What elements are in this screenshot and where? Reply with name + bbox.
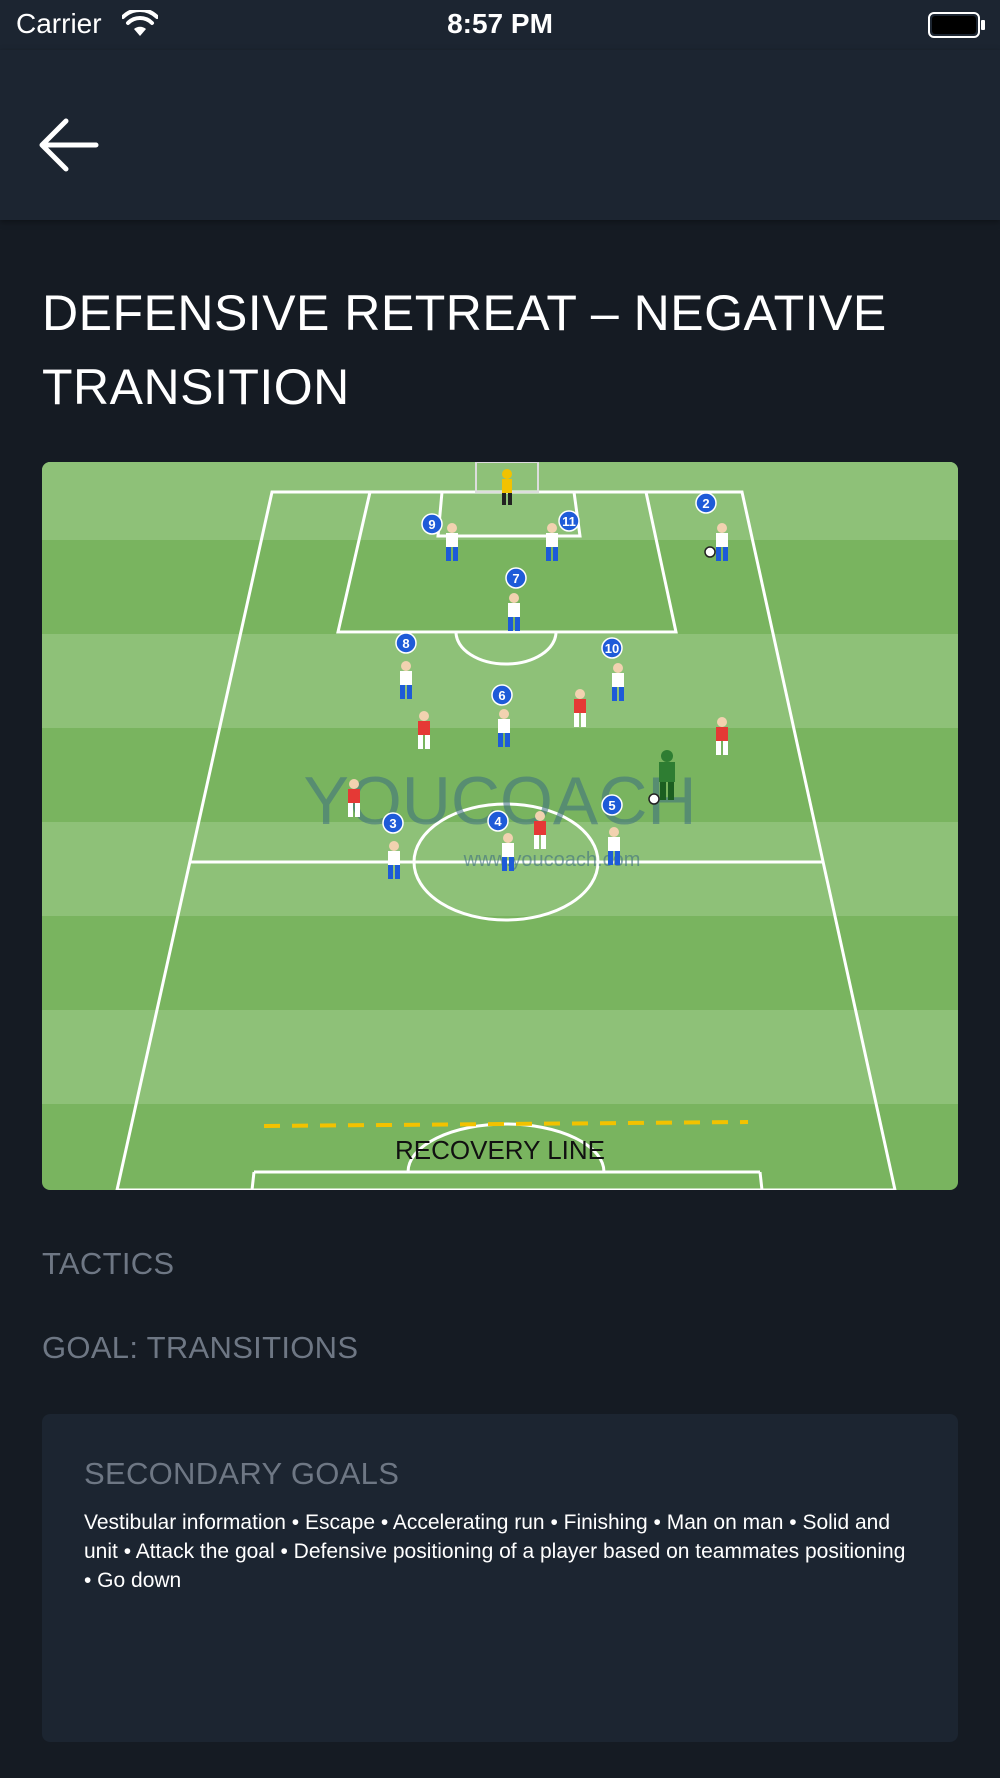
drill-diagram: YOUCOACH www.youcoach.com RECOVERY LINE (42, 462, 958, 1190)
marker-8: 8 (395, 632, 417, 654)
svg-text:6: 6 (498, 688, 505, 703)
pitch-stripe (42, 1010, 958, 1104)
marker-10: 10 (601, 637, 623, 659)
marker-4: 4 (487, 810, 509, 832)
ball (648, 793, 660, 805)
recovery-line-label: RECOVERY LINE (395, 1135, 605, 1165)
svg-text:4: 4 (494, 814, 502, 829)
marker-7: 7 (505, 567, 527, 589)
battery-icon (928, 12, 985, 38)
marker-9: 9 (421, 513, 443, 535)
ball (704, 546, 716, 558)
pitch-stripe (42, 462, 958, 540)
marker-5: 5 (601, 794, 623, 816)
drill-image: YOUCOACH www.youcoach.com RECOVERY LINE (42, 462, 958, 1190)
svg-text:2: 2 (702, 496, 709, 511)
status-time: 8:57 PM (447, 8, 553, 39)
watermark-url: www.youcoach.com (463, 849, 641, 871)
svg-text:10: 10 (605, 641, 619, 656)
svg-text:8: 8 (402, 636, 409, 651)
marker-6: 6 (491, 684, 513, 706)
svg-text:7: 7 (512, 571, 519, 586)
marker-2: 2 (695, 492, 717, 514)
secondary-goals-title: SECONDARY GOALS (84, 1456, 400, 1491)
page-title: DEFENSIVE RETREAT – NEGATIVE TRANSITION (42, 285, 887, 415)
svg-text:9: 9 (428, 517, 435, 532)
secondary-goals-card: SECONDARY GOALS Vestibular information •… (42, 1414, 958, 1742)
secondary-goals-text: Vestibular information • Escape • Accele… (84, 1511, 906, 1592)
goal-label: GOAL: TRANSITIONS (42, 1330, 359, 1365)
status-bar: Carrier 8:57 PM (0, 0, 1000, 50)
svg-text:11: 11 (562, 514, 576, 529)
marker-11: 11 (558, 510, 580, 532)
svg-text:3: 3 (389, 816, 396, 831)
arrow-left-icon[interactable] (36, 112, 102, 178)
category-label: TACTICS (42, 1246, 175, 1281)
navigation-bar (0, 50, 1000, 220)
svg-text:5: 5 (608, 798, 615, 813)
marker-3: 3 (382, 812, 404, 834)
